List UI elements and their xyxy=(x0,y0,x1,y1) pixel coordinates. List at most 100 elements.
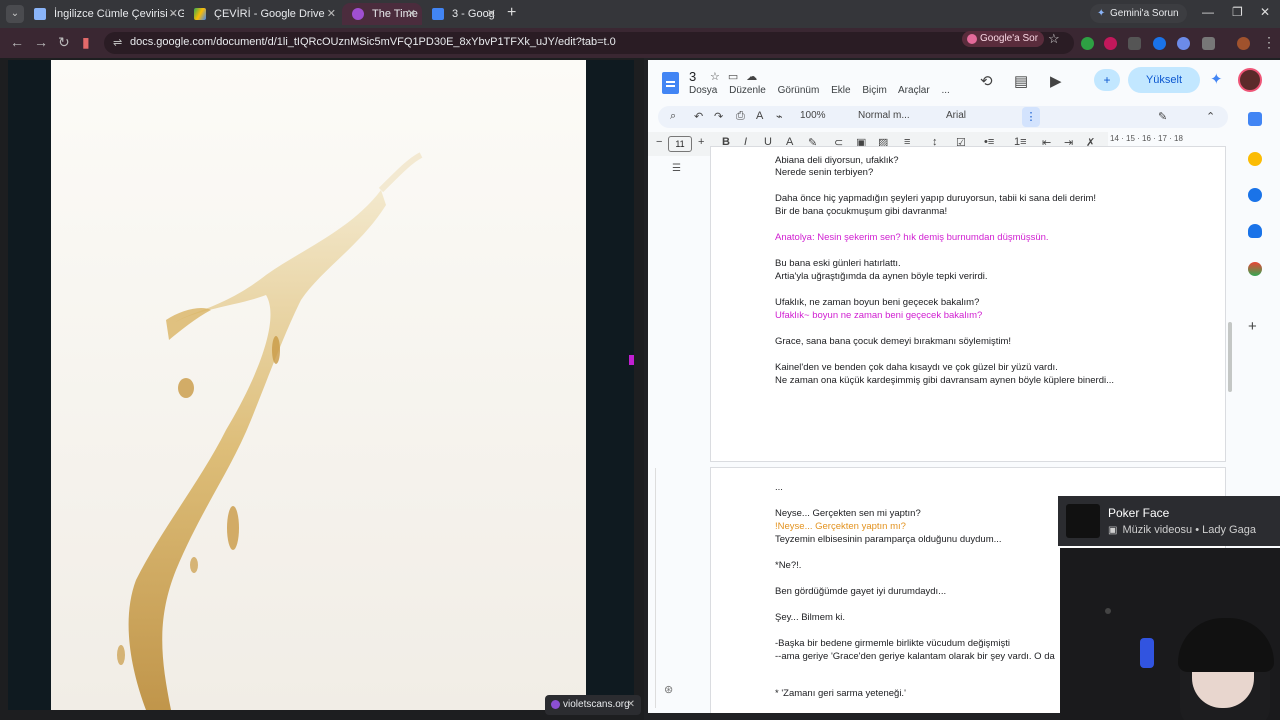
close-tab-icon[interactable]: ✕ xyxy=(487,3,496,25)
google-ask-button[interactable]: Google'a Sor xyxy=(962,31,1045,47)
font-size-input[interactable]: 11 xyxy=(668,136,692,152)
doc-line: Abiana deli diyorsun, ufaklık? xyxy=(775,155,899,166)
gemini-ask-button[interactable]: Gemini'a Sorun xyxy=(1090,4,1187,23)
doc-line: Bu bana eski günleri hatırlattı. xyxy=(775,258,901,269)
print-icon[interactable]: ⎙ xyxy=(736,110,745,123)
decrease-font-icon[interactable]: − xyxy=(656,136,662,148)
violetscans-favicon-icon xyxy=(551,700,560,709)
menu-tools[interactable]: Araçlar xyxy=(898,85,930,96)
tab-drive[interactable]: ÇEVİRİ - Google Drive ✕ xyxy=(184,3,342,25)
reload-icon[interactable]: ↻ xyxy=(58,34,70,51)
extension-icon[interactable] xyxy=(1177,37,1190,50)
menu-edit[interactable]: Düzenle xyxy=(729,85,766,96)
menu-insert[interactable]: Ekle xyxy=(831,85,850,96)
doc-line: ... xyxy=(775,482,783,493)
back-icon[interactable]: ← xyxy=(10,34,24,50)
doc-line: Daha önce hiç yapmadığın şeyleri yapıp d… xyxy=(775,193,1097,204)
tab-title: İngilizce Cümle Çevirisi - Goog xyxy=(54,8,184,20)
doc-page[interactable]: Abiana deli diyorsun, ufaklık? Nerede se… xyxy=(710,146,1226,462)
doc-line: Bir de bana çocukmuşum gibi davranma! xyxy=(775,206,948,217)
tab-translate[interactable]: İngilizce Cümle Çevirisi - Goog ✕ xyxy=(24,3,184,25)
new-tab-button[interactable]: + xyxy=(507,4,516,22)
tab-the-time[interactable]: The Time ✕ xyxy=(342,3,422,25)
tab-doc-3[interactable]: 3 - Goog ✕ xyxy=(422,3,502,25)
forward-icon[interactable]: → xyxy=(34,34,48,50)
bookmark-star-icon[interactable]: ☆ xyxy=(1048,31,1060,47)
close-window-icon[interactable]: ✕ xyxy=(1260,5,1270,19)
doc-title[interactable]: 3 xyxy=(689,69,696,84)
tab-search-button[interactable]: ⌄ xyxy=(6,5,24,23)
paint-format-icon[interactable]: ⌁ xyxy=(776,110,783,123)
extension-icon[interactable] xyxy=(1128,37,1141,50)
close-tab-icon[interactable]: ✕ xyxy=(327,3,336,25)
redo-icon[interactable]: ↷ xyxy=(714,110,723,123)
minimize-icon[interactable]: — xyxy=(1202,5,1214,19)
media-subtitle: Müzik videosu • Lady Gaga xyxy=(1108,524,1255,536)
menu-format[interactable]: Biçim xyxy=(862,85,886,96)
extension-icon[interactable] xyxy=(1153,37,1166,50)
more-tools-button[interactable]: ⋮ xyxy=(1022,107,1040,127)
browser-menu-icon[interactable]: ⋮ xyxy=(1262,34,1276,51)
zoom-select[interactable]: 100% xyxy=(800,110,826,121)
collapse-toolbar-icon[interactable]: ⌃ xyxy=(1206,110,1215,123)
keep-icon[interactable] xyxy=(1248,152,1262,166)
doc-scrollbar[interactable] xyxy=(1228,322,1232,392)
style-select[interactable]: Normal m... xyxy=(858,110,910,121)
url-text: docs.google.com/document/d/1li_tIQRcOUzn… xyxy=(130,36,616,48)
star-icon[interactable]: ☆ xyxy=(710,71,728,83)
cloud-status-icon[interactable]: ☁ xyxy=(746,71,765,83)
doc-line: Grace, sana bana çocuk demeyi bırakmanı … xyxy=(775,336,1012,347)
doc-line: Kainel'den ve benden çok daha kısaydı ve… xyxy=(775,362,1058,373)
close-tab-icon[interactable]: ✕ xyxy=(169,3,178,25)
close-icon[interactable]: ✕ xyxy=(627,695,635,715)
doc-line: Ben gördüğümde gayet iyi durumdaydı... xyxy=(775,586,947,597)
manga-page-image xyxy=(51,60,586,710)
menu-file[interactable]: Dosya xyxy=(689,85,717,96)
move-folder-icon[interactable]: ▭ xyxy=(728,71,746,83)
headphone xyxy=(1140,638,1154,668)
upgrade-button[interactable]: Yükselt xyxy=(1128,67,1200,93)
gemini-icon[interactable]: ✦ xyxy=(1210,70,1223,88)
search-icon[interactable]: ⌕ xyxy=(670,110,676,123)
meet-icon[interactable]: ▶ xyxy=(1050,72,1062,90)
address-row: ← → ↻ ▮ ⇌ docs.google.com/document/d/1li… xyxy=(0,28,1280,58)
increase-font-icon[interactable]: + xyxy=(698,136,704,148)
font-select[interactable]: Arial xyxy=(946,110,966,121)
document-outline-icon[interactable]: ☰ xyxy=(672,163,681,174)
tab-strip: ⌄ İngilizce Cümle Çevirisi - Goog ✕ ÇEVİ… xyxy=(0,0,1280,28)
add-addon-icon[interactable]: + xyxy=(1248,318,1262,335)
contacts-icon[interactable] xyxy=(1248,224,1262,238)
violetscans-popup[interactable]: violetscans.org ✕ xyxy=(545,695,641,715)
edit-mode-icon[interactable]: ✎ xyxy=(1158,110,1167,123)
spellcheck-icon[interactable]: A xyxy=(756,110,763,122)
menu-more[interactable]: ... xyxy=(941,85,949,96)
extension-icon[interactable] xyxy=(1104,37,1117,50)
profile-icon[interactable] xyxy=(1237,37,1250,50)
close-tab-icon[interactable]: ✕ xyxy=(407,3,416,25)
undo-icon[interactable]: ↶ xyxy=(694,110,703,123)
maps-icon[interactable] xyxy=(1248,262,1262,276)
extensions-puzzle-icon[interactable] xyxy=(1202,37,1215,50)
explore-icon[interactable]: ⊛ xyxy=(664,683,673,696)
media-notification[interactable]: Poker Face Müzik videosu • Lady Gaga xyxy=(1058,496,1280,546)
site-info-icon[interactable]: ⇌ xyxy=(113,36,122,49)
menu-view[interactable]: Görünüm xyxy=(778,85,820,96)
calendar-icon[interactable] xyxy=(1248,112,1262,126)
doc-line: Anatolya: Nesin şekerim sen? hık demiş b… xyxy=(775,232,1049,243)
share-person-icon[interactable]: + xyxy=(1094,69,1120,91)
docs-logo-icon[interactable] xyxy=(662,72,679,94)
docs-favicon-icon xyxy=(432,8,444,20)
tasks-icon[interactable] xyxy=(1248,188,1262,202)
extension-icon[interactable] xyxy=(1081,37,1094,50)
reading-mode-icon[interactable]: ▮ xyxy=(82,34,90,51)
liquid-splash-illustration xyxy=(117,152,423,710)
address-bar[interactable]: ⇌ docs.google.com/document/d/1li_tIQRcOU… xyxy=(104,32,1074,54)
main-toolbar: ⌕ ↶ ↷ ⎙ A ⌁ 100% Normal m... Arial ⋮ ✎ ⌃ xyxy=(658,106,1228,128)
doc-line: Ufaklık~ boyun ne zaman beni geçecek bak… xyxy=(775,310,983,321)
reader-window: violetscans.org ✕ xyxy=(0,58,644,720)
menu-bar: Dosya Düzenle Görünüm Ekle Biçim Araçlar… xyxy=(689,85,959,96)
avatar[interactable] xyxy=(1238,68,1262,92)
comments-icon[interactable]: ▤ xyxy=(1014,72,1028,90)
history-icon[interactable]: ⟲ xyxy=(980,72,993,90)
maximize-icon[interactable]: ❐ xyxy=(1232,5,1243,19)
